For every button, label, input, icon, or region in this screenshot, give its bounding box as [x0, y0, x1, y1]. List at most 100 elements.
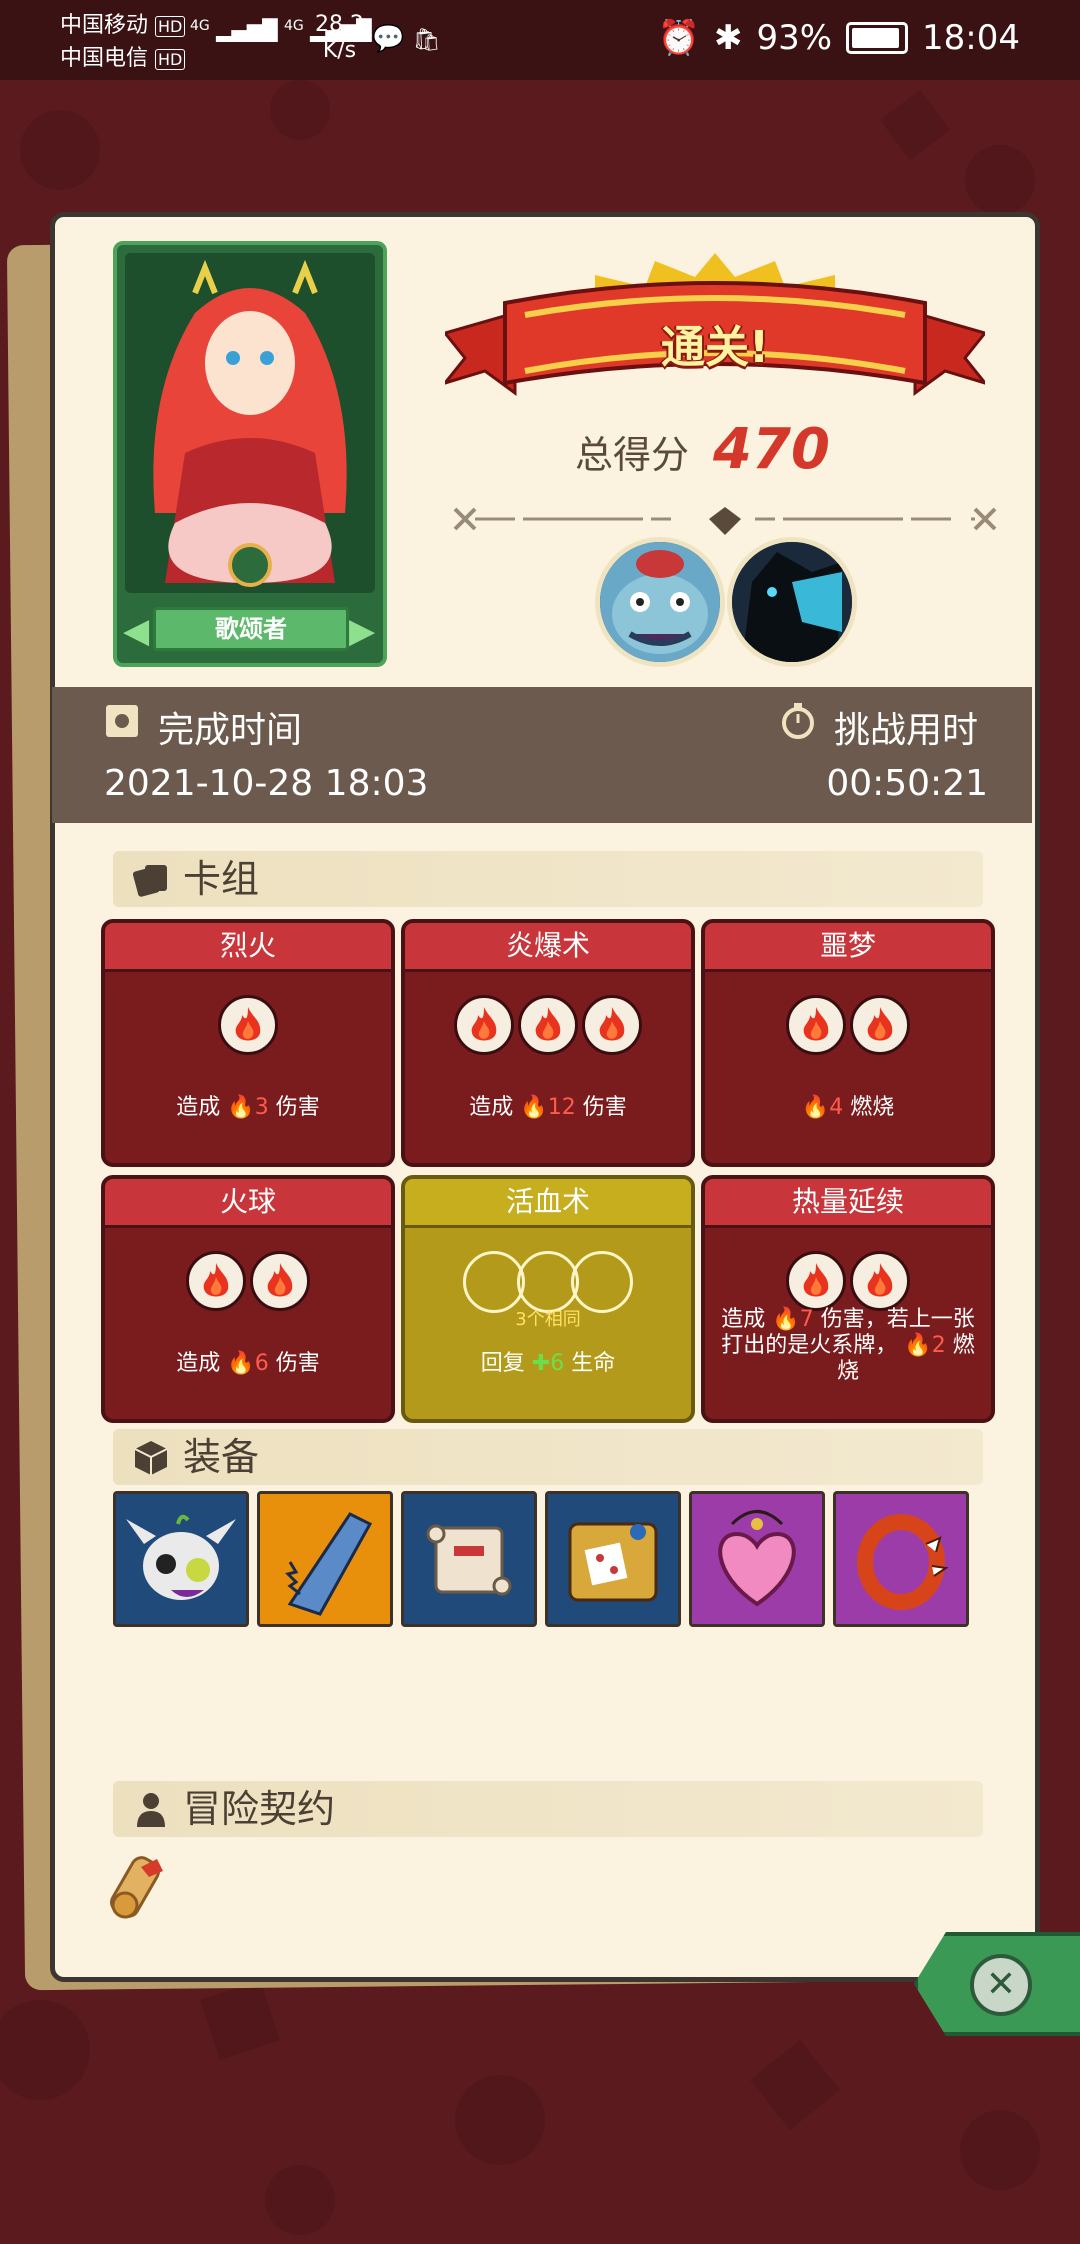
fire-icon: 🔥 [772, 1307, 800, 1332]
fire-icon: 🔥 [520, 1095, 548, 1120]
desc-text: 造成 [176, 1351, 221, 1376]
card-description: 造成 🔥6 伤害 [105, 1351, 391, 1377]
desc-text: 打出的是火系牌， [721, 1333, 898, 1358]
equipment-header: 装备 [113, 1429, 983, 1485]
fire-cost-icon [250, 1251, 310, 1311]
fire-cost-icon [786, 995, 846, 1055]
net-speed-value: 28.2 [315, 12, 364, 37]
contract-header: 冒险契约 [113, 1781, 983, 1837]
equipment-slot[interactable] [401, 1491, 537, 1627]
deck-card[interactable]: 噩梦 🔥4 燃烧 [701, 919, 995, 1167]
blue-saw-blade-icon [260, 1494, 390, 1628]
contract-scroll-icon[interactable] [103, 1847, 175, 1927]
card-description: 造成 🔥12 伤害 [405, 1095, 691, 1121]
duration-label: 挑战用时 [834, 710, 979, 751]
desc-text: 伤害，若上一张 [820, 1307, 975, 1332]
carrier-1: 中国移动 [60, 13, 149, 38]
empty-cost-icon [463, 1251, 525, 1313]
fire-icon: 🔥 [904, 1333, 932, 1358]
wechat-icon: 💬 [372, 24, 405, 54]
desc-text: 伤害 [582, 1095, 627, 1120]
equipment-slot[interactable] [545, 1491, 681, 1627]
victory-banner: 通关! [440, 253, 990, 403]
person-icon [137, 1793, 165, 1827]
card-name: 炎爆术 [405, 923, 691, 972]
equipment-slot[interactable] [689, 1491, 825, 1627]
fire-cost-icon [218, 995, 278, 1055]
hero-portrait [125, 253, 375, 593]
fire-cost-icon [454, 995, 514, 1055]
net-speed: 28.2 K/s [315, 12, 364, 64]
fire-cost-icon [186, 1251, 246, 1311]
card-description: 造成 🔥7 伤害，若上一张 打出的是火系牌， 🔥2 燃烧 [705, 1307, 991, 1385]
dice-chest-icon [548, 1494, 678, 1628]
net-speed-unit: K/s [322, 38, 357, 63]
equipment-slot[interactable] [257, 1491, 393, 1627]
box-icon [134, 1441, 168, 1475]
finish-time-label: 完成时间 [158, 710, 303, 751]
deck-card[interactable]: 炎爆术造成 🔥12 伤害 [401, 919, 695, 1167]
fire-icon: 🔥 [227, 1095, 255, 1120]
card-cost [105, 995, 391, 1055]
network-type-2: 4G [284, 18, 304, 34]
damage-number: 7 [799, 1307, 814, 1332]
effect-number: 4 [829, 1095, 844, 1120]
status-bar: 中国移动 HD 中国电信 HD 4G ▂▄▆█ 4G ▂▄▆█ 28.2 K/s… [0, 0, 1080, 80]
battery-fill [852, 28, 899, 48]
equipment-slot[interactable] [833, 1491, 969, 1627]
hero-next-arrow-icon[interactable]: ▶ [349, 613, 377, 649]
card-cost [705, 1251, 991, 1311]
card-name: 火球 [105, 1179, 391, 1228]
fire-icon: 🔥 [227, 1351, 255, 1376]
score-value: 470 [713, 417, 830, 482]
duration-value: 00:50:21 [826, 763, 988, 804]
contract-title: 冒险契约 [183, 1787, 336, 1831]
victory-text: 通关! [660, 322, 770, 373]
hero-illustration [125, 253, 375, 593]
empty-cost-icon [517, 1251, 579, 1313]
card-name: 活血术 [405, 1179, 691, 1228]
result-panel: ◀ 歌颂者 ▶ 通关! 总得分 470 完成时间 2021-10-28 18:0… [50, 212, 1040, 1982]
card-name: 热量延续 [705, 1179, 991, 1228]
desc-text: 造成 [469, 1095, 514, 1120]
fire-cost-icon [786, 1251, 846, 1311]
carrier-info: 中国移动 HD 中国电信 HD [60, 10, 186, 76]
close-button[interactable]: ✕ [914, 1932, 1080, 2036]
card-description: 🔥4 燃烧 [705, 1095, 991, 1121]
equipment-title: 装备 [183, 1435, 260, 1479]
clock: 18:04 [922, 18, 1020, 58]
effect-number: 6 [254, 1351, 269, 1376]
deck-card[interactable]: 热量延续造成 🔥7 伤害，若上一张 打出的是火系牌， 🔥2 燃烧 [701, 1175, 995, 1423]
bluetooth-icon: ✱ [713, 18, 743, 58]
desc-text: 回复 [480, 1351, 525, 1376]
ornamental-divider [453, 507, 997, 535]
scroll-icon [404, 1494, 534, 1628]
huawei-store-icon: 🛍 [412, 28, 441, 53]
fish-monster-icon [600, 542, 720, 662]
battery-icon [846, 22, 909, 54]
alarm-icon: ⏰ [657, 18, 700, 58]
desc-text: 伤害 [275, 1095, 320, 1120]
hero-prev-arrow-icon[interactable]: ◀ [123, 613, 151, 649]
equipment-slot[interactable] [113, 1491, 249, 1627]
network-type-1: 4G [190, 18, 210, 34]
card-cost [405, 995, 691, 1055]
deck-header: 卡组 [113, 851, 983, 907]
fire-icon: 🔥 [801, 1095, 830, 1120]
hd-badge: HD [155, 49, 186, 70]
heal-plus-icon: ✚ [531, 1351, 551, 1376]
calendar-film-icon [106, 705, 138, 737]
score-row: 总得分 470 [575, 417, 830, 482]
card-description: 回复 ✚6 生命 [405, 1351, 691, 1377]
same-tag: 3个相同 [515, 1309, 581, 1330]
card-cost [405, 1251, 691, 1313]
deck-card[interactable]: 火球造成 🔥6 伤害 [101, 1175, 395, 1423]
hero-card[interactable]: ◀ 歌颂者 ▶ [113, 241, 387, 667]
desc-text: 造成 [721, 1307, 766, 1332]
deck-card[interactable]: 烈火 造成 🔥3 伤害 [101, 919, 395, 1167]
deck-title: 卡组 [183, 857, 260, 901]
card-cost [705, 995, 991, 1055]
deck-card[interactable]: 活血术 3个相同回复 ✚6 生命 [401, 1175, 695, 1423]
cards-icon [132, 865, 167, 897]
hero-name: 歌颂者 [153, 607, 349, 651]
